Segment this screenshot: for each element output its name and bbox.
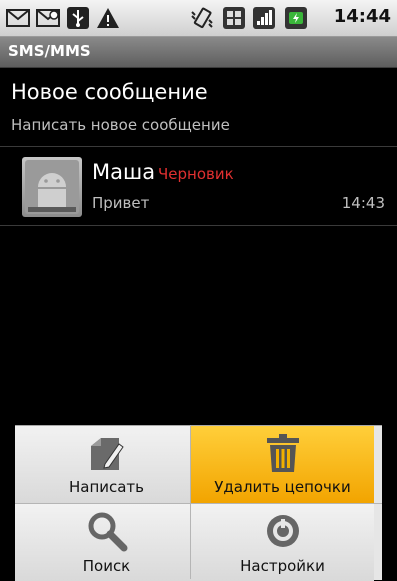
gmail-icon	[6, 9, 30, 27]
message-time: 14:43	[341, 194, 385, 212]
new-message-title: Новое сообщение	[11, 80, 208, 104]
avatar[interactable]	[22, 157, 82, 217]
menu-divider	[190, 425, 191, 579]
app-title-bar: SMS/MMS	[0, 37, 397, 68]
menu-item-label: Поиск	[82, 557, 131, 575]
usb-icon	[67, 7, 89, 29]
mms-notification-icon	[36, 9, 60, 27]
menu-item-label: Удалить цепочки	[214, 478, 351, 496]
menu-item-label: Настройки	[240, 557, 325, 575]
status-time: 14:44	[333, 6, 391, 27]
app-title: SMS/MMS	[8, 42, 91, 60]
new-message-subtitle: Написать новое сообщение	[11, 116, 230, 134]
trash-icon	[266, 434, 299, 472]
contact-name: Маша	[92, 160, 156, 184]
android-avatar-icon	[25, 160, 79, 214]
message-preview: Привет	[92, 194, 150, 212]
new-message-item[interactable]: Новое сообщение Написать новое сообщение	[0, 68, 397, 146]
menu-divider	[15, 503, 382, 504]
signal-icon	[253, 7, 275, 29]
data-transfer-icon	[223, 7, 245, 29]
divider	[0, 225, 397, 226]
conversation-item[interactable]: Маша Черновик Привет 14:43	[0, 147, 397, 225]
menu-item-label: Написать	[68, 478, 145, 496]
settings-icon	[266, 515, 299, 547]
draft-label: Черновик	[158, 165, 234, 183]
search-icon	[88, 512, 127, 552]
menu-item-delete-threads[interactable]: Удалить цепочки	[191, 426, 374, 503]
warning-icon	[97, 8, 119, 28]
menu-item-search[interactable]: Поиск	[15, 504, 198, 581]
battery-charging-icon	[285, 7, 307, 29]
compose-icon	[90, 438, 124, 470]
status-bar: 14:44	[0, 0, 397, 37]
menu-item-settings[interactable]: Настройки	[191, 504, 374, 581]
menu-item-compose[interactable]: Написать	[15, 426, 198, 503]
vibrate-icon	[191, 7, 213, 29]
